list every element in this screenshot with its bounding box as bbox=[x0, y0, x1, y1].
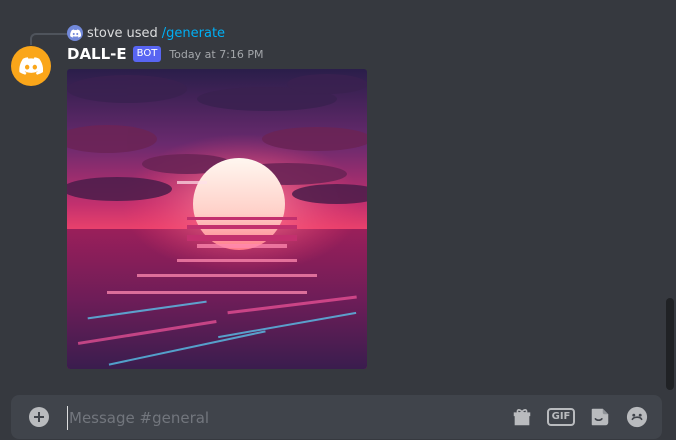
reply-verb: used bbox=[126, 25, 158, 41]
author-avatar[interactable] bbox=[11, 46, 51, 86]
sticker-icon bbox=[591, 408, 609, 426]
reply-username[interactable]: stove bbox=[87, 26, 123, 41]
gift-icon bbox=[513, 409, 531, 426]
sticker-button[interactable] bbox=[588, 405, 612, 429]
discord-logo-icon bbox=[69, 29, 81, 37]
reply-avatar[interactable] bbox=[67, 25, 83, 41]
generated-image[interactable] bbox=[67, 69, 367, 369]
message-composer: GIF bbox=[11, 395, 662, 439]
attach-button[interactable] bbox=[29, 407, 49, 427]
discord-logo-icon bbox=[19, 57, 43, 75]
message-timestamp[interactable]: Today at 7:16 PM bbox=[169, 48, 263, 61]
gif-icon: GIF bbox=[546, 408, 576, 426]
author-username[interactable]: DALL-E bbox=[67, 45, 127, 63]
reply-command-link[interactable]: /generate bbox=[162, 26, 225, 41]
synthwave-sunset-artwork bbox=[67, 69, 367, 369]
message-header: DALL-E BOT Today at 7:16 PM bbox=[67, 45, 264, 63]
plus-icon bbox=[34, 412, 44, 422]
gif-button[interactable]: GIF bbox=[546, 405, 576, 429]
message-input[interactable] bbox=[67, 406, 491, 430]
reply-reference[interactable]: stove used /generate bbox=[67, 24, 225, 42]
emoji-icon bbox=[626, 406, 648, 428]
bot-tag: BOT bbox=[132, 46, 162, 62]
gift-button[interactable] bbox=[510, 405, 534, 429]
chat-scrollbar-thumb[interactable] bbox=[666, 298, 674, 390]
reply-connector-line bbox=[30, 33, 68, 45]
emoji-button[interactable] bbox=[625, 405, 649, 429]
